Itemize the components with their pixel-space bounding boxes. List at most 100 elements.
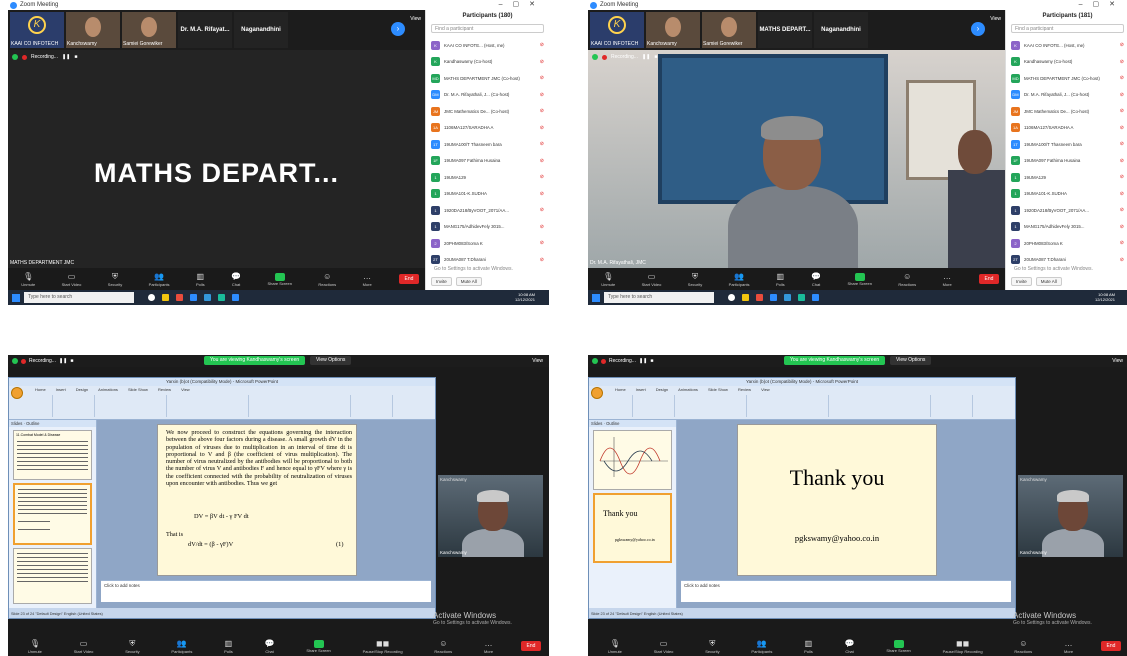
participant-row[interactable]: 1A 1106MA127/SARADHA A ⊘ xyxy=(426,120,549,137)
taskbar-search-input[interactable]: Type here to search xyxy=(604,292,714,303)
end-button[interactable]: End xyxy=(399,274,419,284)
mute-all-button[interactable]: Mute All xyxy=(1035,277,1062,286)
next-page-arrow-icon[interactable]: › xyxy=(971,22,985,36)
tab-animations[interactable]: Animations xyxy=(98,386,118,393)
recording-indicator[interactable]: Recording... ❚❚ ■ xyxy=(592,54,657,60)
edge-icon[interactable] xyxy=(190,294,197,301)
participant-row[interactable]: 2 20PHM083/Soma K ⊘ xyxy=(426,235,549,252)
cortana-icon[interactable] xyxy=(728,294,735,301)
tab-design[interactable]: Design xyxy=(656,386,668,393)
polls-button[interactable]: ▥ Polls xyxy=(224,639,233,654)
tab-animations[interactable]: Animations xyxy=(678,386,698,393)
slides-group[interactable] xyxy=(635,395,675,417)
windows-start-icon[interactable] xyxy=(12,293,20,302)
more-button[interactable]: … More xyxy=(484,639,493,654)
video-thumbnail[interactable]: Kanchswamy Kanchswamy xyxy=(438,475,543,557)
participants-button[interactable]: 👥 Participants xyxy=(751,639,772,654)
end-button[interactable]: End xyxy=(521,641,541,651)
taskbar-search-input[interactable]: Type here to search xyxy=(24,292,134,303)
more-button[interactable]: … More xyxy=(1064,639,1073,654)
windows-start-icon[interactable] xyxy=(592,293,600,302)
slide-thumbnail-selected[interactable] xyxy=(13,483,92,545)
participant-row[interactable]: JM JMC Mathematics De... (Co-host) ⊘ xyxy=(1006,103,1127,120)
participants-button[interactable]: 👥 Participants xyxy=(149,272,170,287)
participant-row[interactable]: 1A 1106MA127/SARADHA A ⊘ xyxy=(1006,120,1127,137)
invite-button[interactable]: Invite xyxy=(1011,277,1032,286)
mail-icon[interactable] xyxy=(218,294,225,301)
window-controls[interactable]: –▢✕ xyxy=(1079,0,1125,10)
polls-button[interactable]: ▥ Polls xyxy=(776,272,785,287)
font-group[interactable] xyxy=(677,395,747,417)
view-options-button[interactable]: View Options xyxy=(310,356,352,365)
start-video-button[interactable]: ▭ Start Video xyxy=(74,639,94,654)
start-video-button[interactable]: ▭ Start Video xyxy=(642,272,662,287)
font-group[interactable] xyxy=(97,395,167,417)
unmute-button[interactable]: 🎙 Unmute xyxy=(601,272,615,287)
tab-review[interactable]: Review xyxy=(738,386,751,393)
participant-row[interactable]: JM JMC Mathematics De... (Co-host) ⊘ xyxy=(426,103,549,120)
recording-indicator[interactable]: Recording... ❚❚ ■ xyxy=(12,54,77,60)
participant-row[interactable]: 2 20PHM083/Soma K ⊘ xyxy=(1006,235,1127,252)
participant-search-input[interactable]: Find a participant xyxy=(1011,24,1124,33)
participant-tile[interactable]: Kanchswamy xyxy=(66,12,120,48)
slides-group[interactable] xyxy=(55,395,95,417)
reactions-button[interactable]: ☺ Reactions xyxy=(1014,639,1032,654)
chat-button[interactable]: 💬 Chat xyxy=(265,639,275,654)
tab-insert[interactable]: Insert xyxy=(636,386,646,393)
participant-row[interactable]: 1 19UMA101-K.SUDHA ⊘ xyxy=(426,186,549,203)
participant-row[interactable]: K Kandhaswamy (Co-host) ⊘ xyxy=(426,54,549,71)
participant-row[interactable]: 1T 19UMA100/T Thasneem bara ⊘ xyxy=(426,136,549,153)
tab-review[interactable]: Review xyxy=(158,386,171,393)
participant-tile[interactable]: Kanchswamy xyxy=(646,12,700,48)
taskbar-clock[interactable]: 10:08 AM 12/12/2021 xyxy=(1095,292,1115,302)
pause-recording-button[interactable]: ◼◼ Pause/Stop Recording xyxy=(943,639,983,654)
slide-thumbnail[interactable]: 11.Combat Model & Disease xyxy=(13,430,92,480)
end-button[interactable]: End xyxy=(1101,641,1121,651)
participant-row[interactable]: 1T 19UMA100/T Thasneem bara ⊘ xyxy=(1006,136,1127,153)
file-explorer-icon[interactable] xyxy=(742,294,749,301)
participant-row[interactable]: MD MATHS DEPARTMENT JMC (Co-host) ⊘ xyxy=(1006,70,1127,87)
participant-row[interactable]: K KAAI CO INFOTE... (Host, me) ⊘ xyxy=(426,37,549,54)
invite-button[interactable]: Invite xyxy=(431,277,452,286)
slides-outline-tabs[interactable]: Slides · Outline xyxy=(589,420,676,427)
security-button[interactable]: ⛨ Security xyxy=(688,272,702,287)
start-video-button[interactable]: ▭ Start Video xyxy=(654,639,674,654)
participant-row[interactable]: DM Dr. M.A. Rifayathali, J... (Co-host) ⊘ xyxy=(1006,87,1127,104)
stop-icon[interactable]: ■ xyxy=(74,54,77,60)
mail-icon[interactable] xyxy=(798,294,805,301)
security-button[interactable]: ⛨ Security xyxy=(125,639,139,654)
view-button[interactable]: View xyxy=(1112,358,1123,364)
participants-button[interactable]: 👥 Participants xyxy=(729,272,750,287)
participant-tile[interactable]: K KAAI CO INFOTECH xyxy=(590,12,644,48)
pause-icon[interactable]: ❚❚ xyxy=(639,358,647,364)
participant-row[interactable]: 1 19UMA129 ⊘ xyxy=(426,169,549,186)
more-button[interactable]: … More xyxy=(943,272,952,287)
editing-group[interactable] xyxy=(353,395,393,417)
participant-row[interactable]: 1F 19UMA097 Fathima Husaina ⊘ xyxy=(1006,153,1127,170)
reactions-button[interactable]: ☺ Reactions xyxy=(434,639,452,654)
unmute-button[interactable]: 🎙 Unmute xyxy=(28,639,42,654)
slide-thumbnail[interactable] xyxy=(593,430,672,490)
security-button[interactable]: ⛨ Security xyxy=(108,272,122,287)
pause-icon[interactable]: ❚❚ xyxy=(62,54,70,60)
store-icon[interactable] xyxy=(204,294,211,301)
tab-design[interactable]: Design xyxy=(76,386,88,393)
share-screen-button[interactable]: Share Screen xyxy=(847,272,872,286)
more-button[interactable]: … More xyxy=(363,272,372,287)
unmute-button[interactable]: 🎙 Unmute xyxy=(608,639,622,654)
current-slide[interactable]: Thank you pgkswamy@yahoo.co.in xyxy=(737,424,937,576)
pause-recording-button[interactable]: ◼◼ Pause/Stop Recording xyxy=(363,639,403,654)
participant-row[interactable]: DM Dr. M.A. Rifayathali, J... (Co-host) ⊘ xyxy=(426,87,549,104)
clipboard-group[interactable] xyxy=(593,395,633,417)
tab-view[interactable]: View xyxy=(181,386,190,393)
chrome-icon[interactable] xyxy=(176,294,183,301)
participant-row[interactable]: K KAAI CO INFOTE... (Host, me) ⊘ xyxy=(1006,37,1127,54)
unmute-button[interactable]: 🎙 Unmute xyxy=(21,272,35,287)
participant-tile[interactable]: Samiei Gorewiker xyxy=(702,12,756,48)
participant-search-input[interactable]: Find a participant xyxy=(431,24,544,33)
recording-indicator[interactable]: Recording... ❚❚ ■ xyxy=(592,358,653,364)
participant-tile[interactable]: K KAAI CO INFOTECH xyxy=(10,12,64,48)
participant-tile[interactable]: Naganandhini xyxy=(814,12,868,48)
reactions-button[interactable]: ☺ Reactions xyxy=(898,272,916,287)
mute-all-button[interactable]: Mute All xyxy=(455,277,482,286)
